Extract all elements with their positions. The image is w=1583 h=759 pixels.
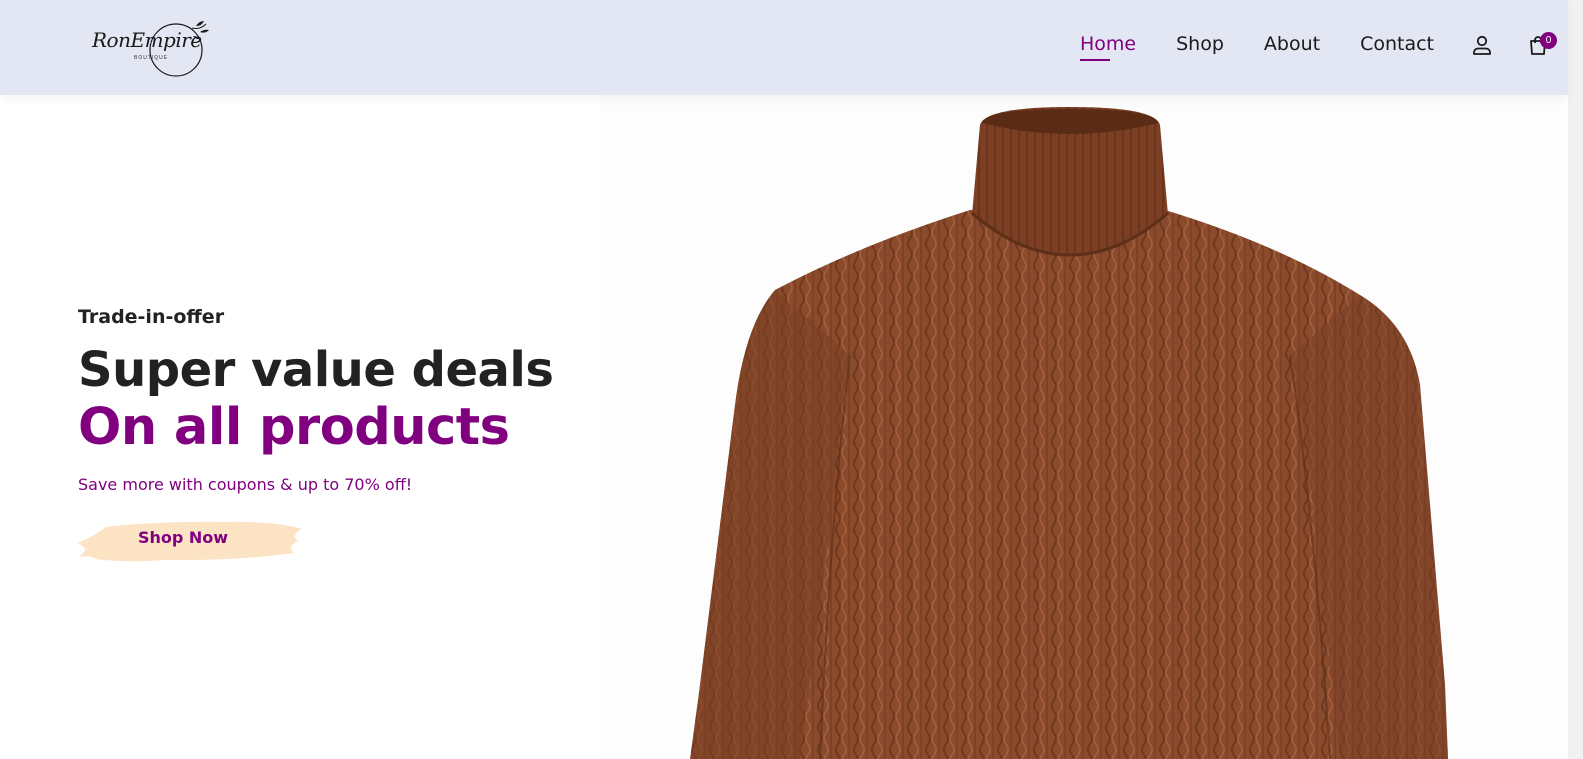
hero-text-block: Trade-in-offer Super value deals On all … — [78, 303, 554, 497]
hero-headline: Super value deals — [78, 342, 554, 398]
hero-product-image — [600, 95, 1568, 759]
hero-subtext: Save more with coupons & up to 70% off! — [78, 475, 413, 494]
page-scrollbar[interactable] — [1568, 0, 1583, 759]
hero-headline-accent: On all products — [78, 398, 510, 457]
turtleneck-sweater-image — [690, 107, 1448, 759]
cart-count-badge: 0 — [1540, 32, 1557, 49]
brand-logo[interactable]: RonEmpire BOUTIQUE — [88, 18, 218, 78]
hero-eyebrow: Trade-in-offer — [78, 306, 225, 328]
nav-item-shop[interactable]: Shop — [1176, 30, 1224, 58]
logo-text: RonEmpire — [92, 28, 202, 52]
user-icon[interactable] — [1471, 34, 1493, 56]
shop-now-button[interactable]: Shop Now — [76, 515, 304, 565]
nav-item-about[interactable]: About — [1264, 30, 1320, 58]
shop-now-label: Shop Now — [137, 528, 229, 547]
nav-item-contact[interactable]: Contact — [1360, 30, 1434, 58]
nav-item-home[interactable]: Home — [1079, 30, 1136, 61]
main-nav: Home Shop About Contact — [1040, 30, 1434, 61]
logo-subtext: BOUTIQUE — [134, 55, 169, 61]
site-header: RonEmpire BOUTIQUE Home Shop About Conta… — [0, 0, 1568, 95]
